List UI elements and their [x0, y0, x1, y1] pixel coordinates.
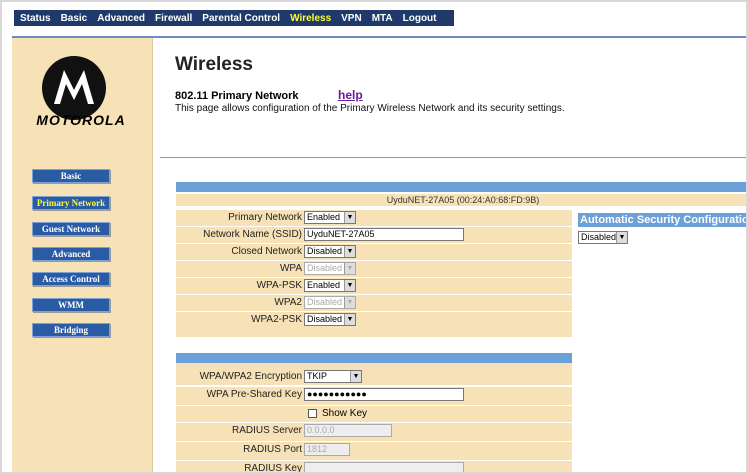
- radius-port-input[interactable]: 1812: [304, 443, 350, 456]
- encryption-label: WPA/WPA2 Encryption: [199, 371, 302, 382]
- radius-server-label: RADIUS Server: [231, 425, 302, 436]
- radius-key-input[interactable]: [304, 462, 464, 472]
- encryption-select[interactable]: TKIP ▼: [304, 370, 362, 383]
- page-description: This page allows configuration of the Pr…: [175, 103, 565, 114]
- bssid-label: UyduNET-27A05 (00:24:A0:68:FD:9B): [176, 194, 746, 206]
- sidebar-item-guest-network[interactable]: Guest Network: [32, 222, 110, 236]
- wpa2-psk-row: WPA2-PSK Disabled ▼: [176, 312, 572, 338]
- show-key-checkbox[interactable]: [308, 409, 317, 418]
- wpa2-psk-select[interactable]: Disabled ▼: [304, 313, 356, 326]
- chevron-down-icon: ▼: [344, 246, 355, 257]
- wpa-select[interactable]: Disabled ▼: [304, 262, 356, 275]
- chevron-down-icon: ▼: [344, 263, 355, 274]
- wpa-psk-select[interactable]: Enabled ▼: [304, 279, 356, 292]
- chevron-down-icon: ▼: [344, 212, 355, 223]
- nav-wireless[interactable]: Wireless: [290, 13, 331, 24]
- router-admin-page: Status Basic Advanced Firewall Parental …: [0, 0, 748, 474]
- ssid-label: Network Name (SSID): [203, 229, 302, 240]
- nav-basic[interactable]: Basic: [61, 13, 88, 24]
- chevron-down-icon: ▼: [344, 314, 355, 325]
- sidebar-item-wmm[interactable]: WMM: [32, 298, 110, 312]
- show-key-label: Show Key: [322, 408, 368, 419]
- security-header-bar: [176, 353, 572, 363]
- primary-network-select[interactable]: Enabled ▼: [304, 211, 356, 224]
- nav-firewall[interactable]: Firewall: [155, 13, 192, 24]
- sidebar-item-bridging[interactable]: Bridging: [32, 323, 110, 337]
- sidebar-item-advanced[interactable]: Advanced: [32, 247, 110, 261]
- nav-mta[interactable]: MTA: [372, 13, 393, 24]
- encryption-row: WPA/WPA2 Encryption TKIP ▼: [176, 369, 572, 386]
- nav-vpn[interactable]: VPN: [341, 13, 362, 24]
- psk-label: WPA Pre-Shared Key: [206, 389, 302, 400]
- nav-logout[interactable]: Logout: [403, 13, 437, 24]
- nav-advanced[interactable]: Advanced: [97, 13, 145, 24]
- auto-security-title: Automatic Security Configuration: [578, 213, 748, 227]
- primary-network-label: Primary Network: [228, 212, 302, 223]
- wpa2-label: WPA2: [274, 297, 302, 308]
- auto-security-select[interactable]: Disabled ▼: [578, 231, 628, 244]
- nav-status[interactable]: Status: [20, 13, 51, 24]
- wpa2-select[interactable]: Disabled ▼: [304, 296, 356, 309]
- wpa2-psk-label: WPA2-PSK: [251, 314, 302, 325]
- psk-row: WPA Pre-Shared Key ●●●●●●●●●●●: [176, 387, 572, 406]
- closed-network-select[interactable]: Disabled ▼: [304, 245, 356, 258]
- show-key-row: Show Key: [176, 406, 572, 423]
- sidebar-item-basic[interactable]: Basic: [32, 169, 110, 183]
- psk-input[interactable]: ●●●●●●●●●●●: [304, 388, 464, 401]
- closed-network-label: Closed Network: [231, 246, 302, 257]
- page-title: Wireless: [175, 54, 253, 75]
- radius-key-row: RADIUS Key: [176, 461, 572, 474]
- wpa-row: WPA Disabled ▼: [176, 261, 572, 278]
- top-nav: Status Basic Advanced Firewall Parental …: [14, 10, 454, 26]
- radius-port-label: RADIUS Port: [243, 444, 302, 455]
- brand-name: MOTOROLA: [36, 112, 126, 128]
- wpa-psk-row: WPA-PSK Enabled ▼: [176, 278, 572, 295]
- primary-network-row: Primary Network Enabled ▼: [176, 210, 572, 227]
- radius-port-row: RADIUS Port 1812: [176, 442, 572, 461]
- chevron-down-icon: ▼: [350, 371, 361, 382]
- ssid-input[interactable]: UyduNET-27A05: [304, 228, 464, 241]
- ssid-row: Network Name (SSID) UyduNET-27A05: [176, 227, 572, 244]
- radius-server-row: RADIUS Server 0.0.0.0: [176, 423, 572, 442]
- network-header-bar: [176, 182, 746, 192]
- radius-server-input[interactable]: 0.0.0.0: [304, 424, 392, 437]
- chevron-down-icon: ▼: [344, 297, 355, 308]
- motorola-logo-icon: [42, 56, 106, 120]
- content-divider: [160, 157, 746, 158]
- wpa2-row: WPA2 Disabled ▼: [176, 295, 572, 312]
- chevron-down-icon: ▼: [616, 232, 627, 243]
- help-link[interactable]: help: [338, 88, 363, 102]
- section-subtitle: 802.11 Primary Network: [175, 90, 299, 102]
- chevron-down-icon: ▼: [344, 280, 355, 291]
- nav-parental-control[interactable]: Parental Control: [202, 13, 280, 24]
- wpa-psk-label: WPA-PSK: [256, 280, 302, 291]
- sidebar-item-primary-network[interactable]: Primary Network: [32, 196, 110, 210]
- wpa-label: WPA: [279, 263, 302, 274]
- radius-key-label: RADIUS Key: [244, 463, 302, 474]
- section-spacer: [176, 338, 572, 352]
- sidebar-item-access-control[interactable]: Access Control: [32, 272, 110, 286]
- closed-network-row: Closed Network Disabled ▼: [176, 244, 572, 261]
